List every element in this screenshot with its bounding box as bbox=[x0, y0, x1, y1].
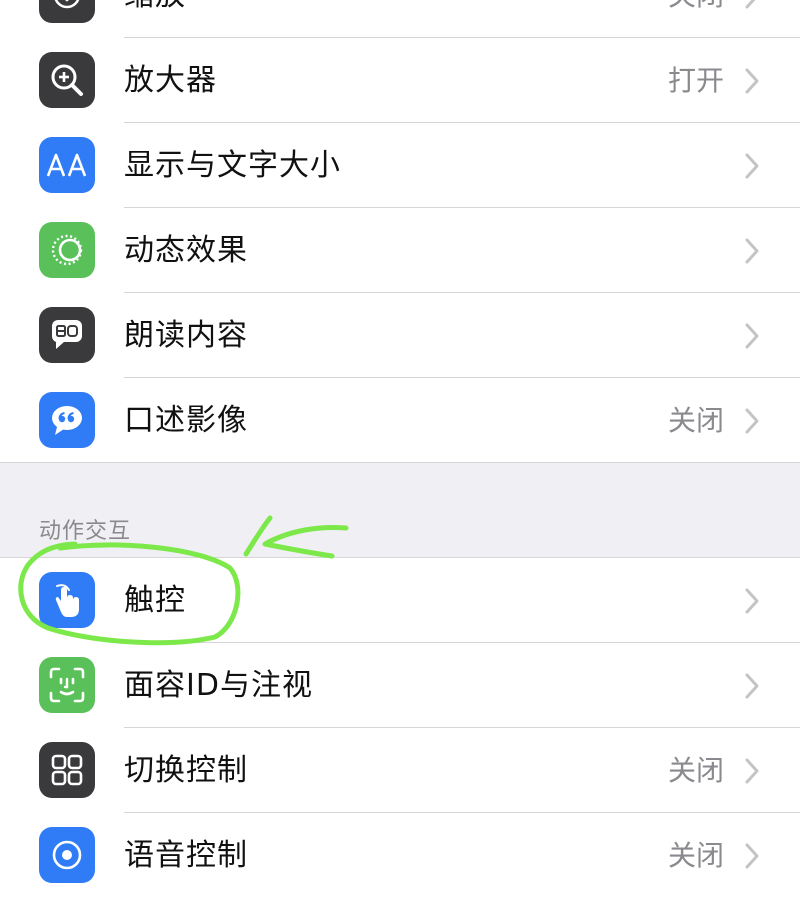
row-zoom[interactable]: 缩放 关闭 bbox=[0, 0, 800, 38]
grid-icon bbox=[39, 742, 95, 798]
row-value: 关闭 bbox=[667, 839, 724, 872]
row-switch-control[interactable]: 切换控制 关闭 bbox=[0, 728, 800, 813]
row-value: 关闭 bbox=[667, 404, 724, 437]
chevron-right-icon bbox=[745, 68, 759, 94]
hand-pointer-icon bbox=[39, 572, 95, 628]
chevron-right-icon bbox=[745, 673, 759, 699]
row-value: 关闭 bbox=[668, 0, 724, 38]
chevron-right-icon bbox=[745, 843, 759, 869]
speech-bubble-icon bbox=[39, 307, 95, 363]
magnifier-icon bbox=[39, 52, 95, 108]
row-audio-descriptions[interactable]: 口述影像 关闭 bbox=[0, 378, 800, 463]
row-face-id-attention[interactable]: 面容ID与注视 bbox=[0, 643, 800, 728]
chevron-right-icon bbox=[745, 758, 759, 784]
quote-bubble-icon bbox=[39, 392, 95, 448]
row-value: 关闭 bbox=[667, 754, 724, 787]
zoom-icon bbox=[39, 0, 95, 23]
row-label: 面容ID与注视 bbox=[124, 668, 313, 703]
row-display-text-size[interactable]: 显示与文字大小 bbox=[0, 123, 800, 208]
chevron-right-icon bbox=[745, 588, 759, 614]
chevron-right-icon bbox=[745, 238, 759, 264]
row-voice-control[interactable]: 语音控制 关闭 bbox=[0, 813, 800, 898]
chevron-right-icon bbox=[745, 153, 759, 179]
row-label: 朗读内容 bbox=[124, 318, 248, 353]
row-label: 动态效果 bbox=[124, 233, 248, 268]
chevron-right-icon bbox=[745, 0, 756, 9]
chevron-right-icon bbox=[745, 323, 759, 349]
row-motion[interactable]: 动态效果 bbox=[0, 208, 800, 293]
row-label: 切换控制 bbox=[124, 753, 248, 788]
face-id-icon bbox=[39, 657, 95, 713]
voice-control-icon bbox=[39, 827, 95, 883]
text-size-icon bbox=[39, 137, 95, 193]
section-header-interaction: 动作交互 bbox=[39, 519, 132, 544]
motion-icon bbox=[39, 222, 95, 278]
section-top-divider bbox=[0, 462, 800, 463]
row-label: 放大器 bbox=[124, 63, 217, 98]
row-spoken-content[interactable]: 朗读内容 bbox=[0, 293, 800, 378]
row-label: 口述影像 bbox=[124, 403, 248, 438]
row-magnifier[interactable]: 放大器 打开 bbox=[0, 38, 800, 123]
row-label: 显示与文字大小 bbox=[124, 148, 341, 183]
row-label: 语音控制 bbox=[124, 838, 248, 873]
chevron-right-icon bbox=[745, 408, 759, 434]
row-value: 打开 bbox=[667, 64, 724, 97]
row-label: 缩放 bbox=[124, 0, 186, 38]
row-touch[interactable]: 触控 bbox=[0, 558, 800, 643]
row-label: 触控 bbox=[124, 583, 186, 618]
